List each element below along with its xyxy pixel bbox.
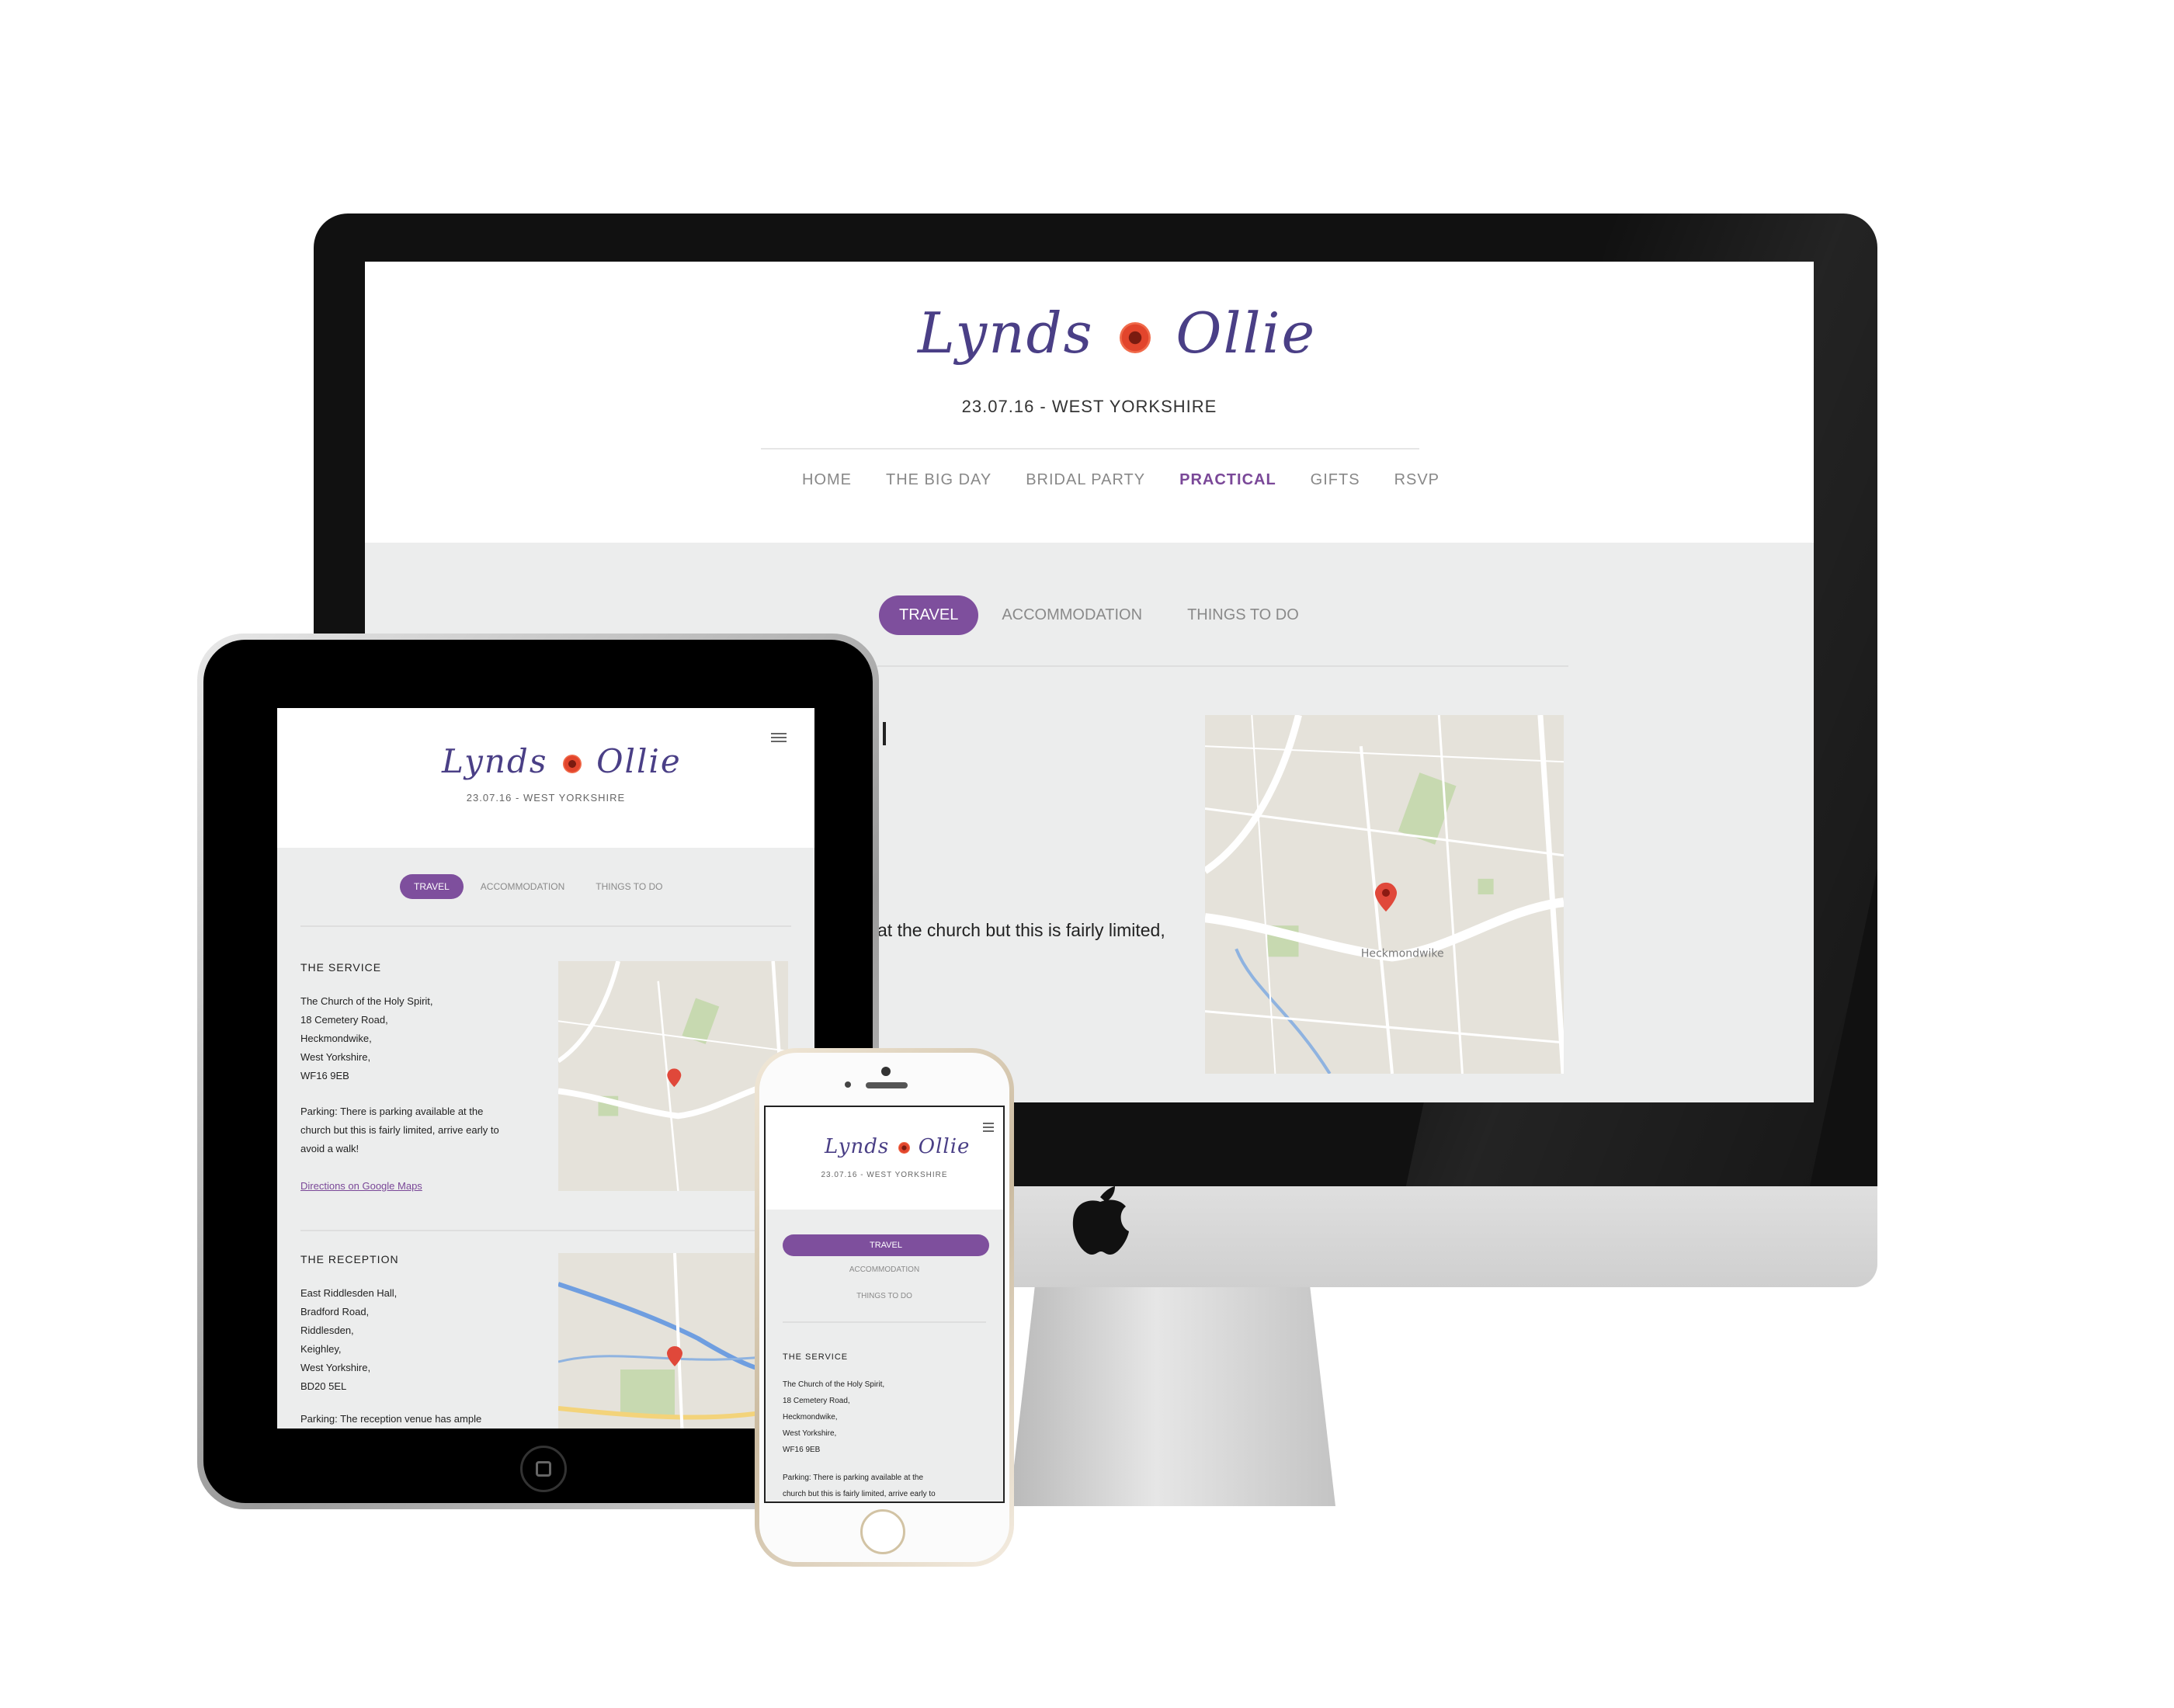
tab-things-to-do[interactable]: THINGS TO DO [1187,606,1299,624]
nav-item-the-big-day[interactable]: THE BIG DAY [886,471,991,489]
parking-text-partial: at the church but this is fairly limited… [877,920,1165,940]
service-map[interactable]: Heckmondwike [1205,715,1564,1074]
tablet-reception-parking: Parking: The reception venue has ample [300,1413,482,1425]
logo-name-left: Lynds [918,300,1094,366]
tablet-reception-title: THE RECEPTION [300,1253,399,1265]
tablet-section-divider [300,1230,791,1231]
site-logo[interactable]: Lynds Ollie [918,300,1316,366]
header-divider [761,448,1419,450]
flower-icon [1119,322,1151,353]
phone-hamburger-menu-icon[interactable] [983,1123,994,1134]
tablet-reception-map-graphic [558,1253,788,1429]
phone-tabs-divider [783,1321,986,1323]
tablet-service-parking-2: church but this is fairly limited, arriv… [300,1124,499,1136]
tablet-logo[interactable]: Lynds Ollie [442,742,682,780]
tablet-service-map[interactable] [558,961,788,1191]
nav-item-gifts[interactable]: GIFTS [1311,471,1360,489]
tablet-reception-address-5: West Yorkshire, [300,1362,371,1373]
nav-item-rsvp[interactable]: RSVP [1394,471,1439,489]
tablet-service-address-5: WF16 9EB [300,1070,349,1081]
phone-service-parking-1: Parking: There is parking available at t… [783,1474,924,1482]
phone-sensor-icon [845,1081,851,1088]
phone-logo-name-left: Lynds [825,1135,890,1158]
phone-home-button[interactable] [860,1509,905,1554]
tablet-service-parking-3: avoid a walk! [300,1143,359,1154]
tablet-tabs-divider [300,925,791,927]
phone-tab-accommodation[interactable]: ACCOMMODATION [766,1265,1003,1274]
tablet-tab-things-to-do[interactable]: THINGS TO DO [596,881,662,892]
tablet-logo-name-left: Lynds [442,742,548,780]
phone-service-address-3: Heckmondwike, [783,1413,838,1422]
tablet-reception-address-3: Riddlesden, [300,1324,354,1336]
nav-item-home[interactable]: HOME [802,471,852,489]
tablet-service-parking-1: Parking: There is parking available at t… [300,1106,484,1117]
imac-stand [1009,1281,1335,1506]
phone-logo-name-right: Ollie [918,1135,971,1158]
tablet-reception-address-6: BD20 5EL [300,1380,347,1392]
phone-speaker [866,1082,908,1088]
phone-service-address-1: The Church of the Holy Spirit, [783,1380,885,1389]
phone-service-address-5: WF16 9EB [783,1446,821,1454]
tablet-service-address-1: The Church of the Holy Spirit, [300,995,433,1007]
tab-accommodation[interactable]: ACCOMMODATION [1002,606,1142,624]
practical-tabs: TRAVEL ACCOMMODATION THINGS TO DO [879,595,1299,635]
tablet-service-address-3: Heckmondwike, [300,1033,372,1044]
phone-flower-icon [898,1141,910,1154]
phone-header [766,1107,1003,1210]
tablet-service-address-2: 18 Cemetery Road, [300,1014,388,1026]
phone-tab-travel[interactable]: TRAVEL [783,1234,989,1256]
tablet-reception-address-2: Bradford Road, [300,1306,370,1317]
apple-logo-icon [1072,1186,1129,1255]
tablet-map-graphic [558,961,788,1191]
date-location: 23.07.16 - WEST YORKSHIRE [961,397,1217,416]
tablet-service-title: THE SERVICE [300,961,382,974]
tablet-home-square-icon [536,1461,551,1477]
tablet-date-location: 23.07.16 - WEST YORKSHIRE [466,792,626,804]
tablet-tab-accommodation[interactable]: ACCOMMODATION [481,881,564,892]
hamburger-menu-icon[interactable] [771,733,787,745]
phone-service-title: THE SERVICE [783,1352,849,1362]
tab-travel[interactable]: TRAVEL [879,595,979,635]
phone-logo[interactable]: Lynds Ollie [825,1135,970,1158]
tablet-tabs: TRAVEL ACCOMMODATION THINGS TO DO [400,874,662,899]
tablet-reception-map[interactable] [558,1253,788,1429]
logo-name-right: Ollie [1176,300,1317,366]
phone-service-address-2: 18 Cemetery Road, [783,1397,850,1405]
phone-screen: Lynds Ollie 23.07.16 - WEST YORKSHIRE TR… [764,1106,1005,1503]
nav-item-bridal-party[interactable]: BRIDAL PARTY [1026,471,1145,489]
tablet-logo-name-right: Ollie [596,742,682,780]
tablet-reception-address-1: East Riddlesden Hall, [300,1287,398,1299]
tablet-reception-address-4: Keighley, [300,1343,342,1355]
map-graphic: Heckmondwike [1205,715,1564,1074]
phone-service-address-4: West Yorkshire, [783,1429,837,1438]
phone-date-location: 23.07.16 - WEST YORKSHIRE [821,1171,948,1179]
phone-tab-things-to-do[interactable]: THINGS TO DO [766,1292,1003,1300]
tablet-screen: Lynds Ollie 23.07.16 - WEST YORKSHIRE TR… [277,708,814,1429]
directions-link[interactable]: Directions on Google Maps [300,1180,422,1192]
site-header: Lynds Ollie 23.07.16 - WEST YORKSHIRE HO… [365,262,1814,543]
tablet-flower-icon [562,755,582,773]
map-town-label: Heckmondwike [1361,947,1444,960]
nav-item-practical[interactable]: PRACTICAL [1179,471,1276,489]
phone-camera-icon [881,1067,891,1076]
main-nav: HOME THE BIG DAY BRIDAL PARTY PRACTICAL … [802,471,1439,489]
tablet-tab-travel[interactable]: TRAVEL [400,874,464,899]
tabs-divider [877,665,1568,667]
phone-service-parking-2: church but this is fairly limited, arriv… [783,1490,936,1498]
tablet-service-address-4: West Yorkshire, [300,1051,371,1063]
tablet-side-button [883,722,886,745]
